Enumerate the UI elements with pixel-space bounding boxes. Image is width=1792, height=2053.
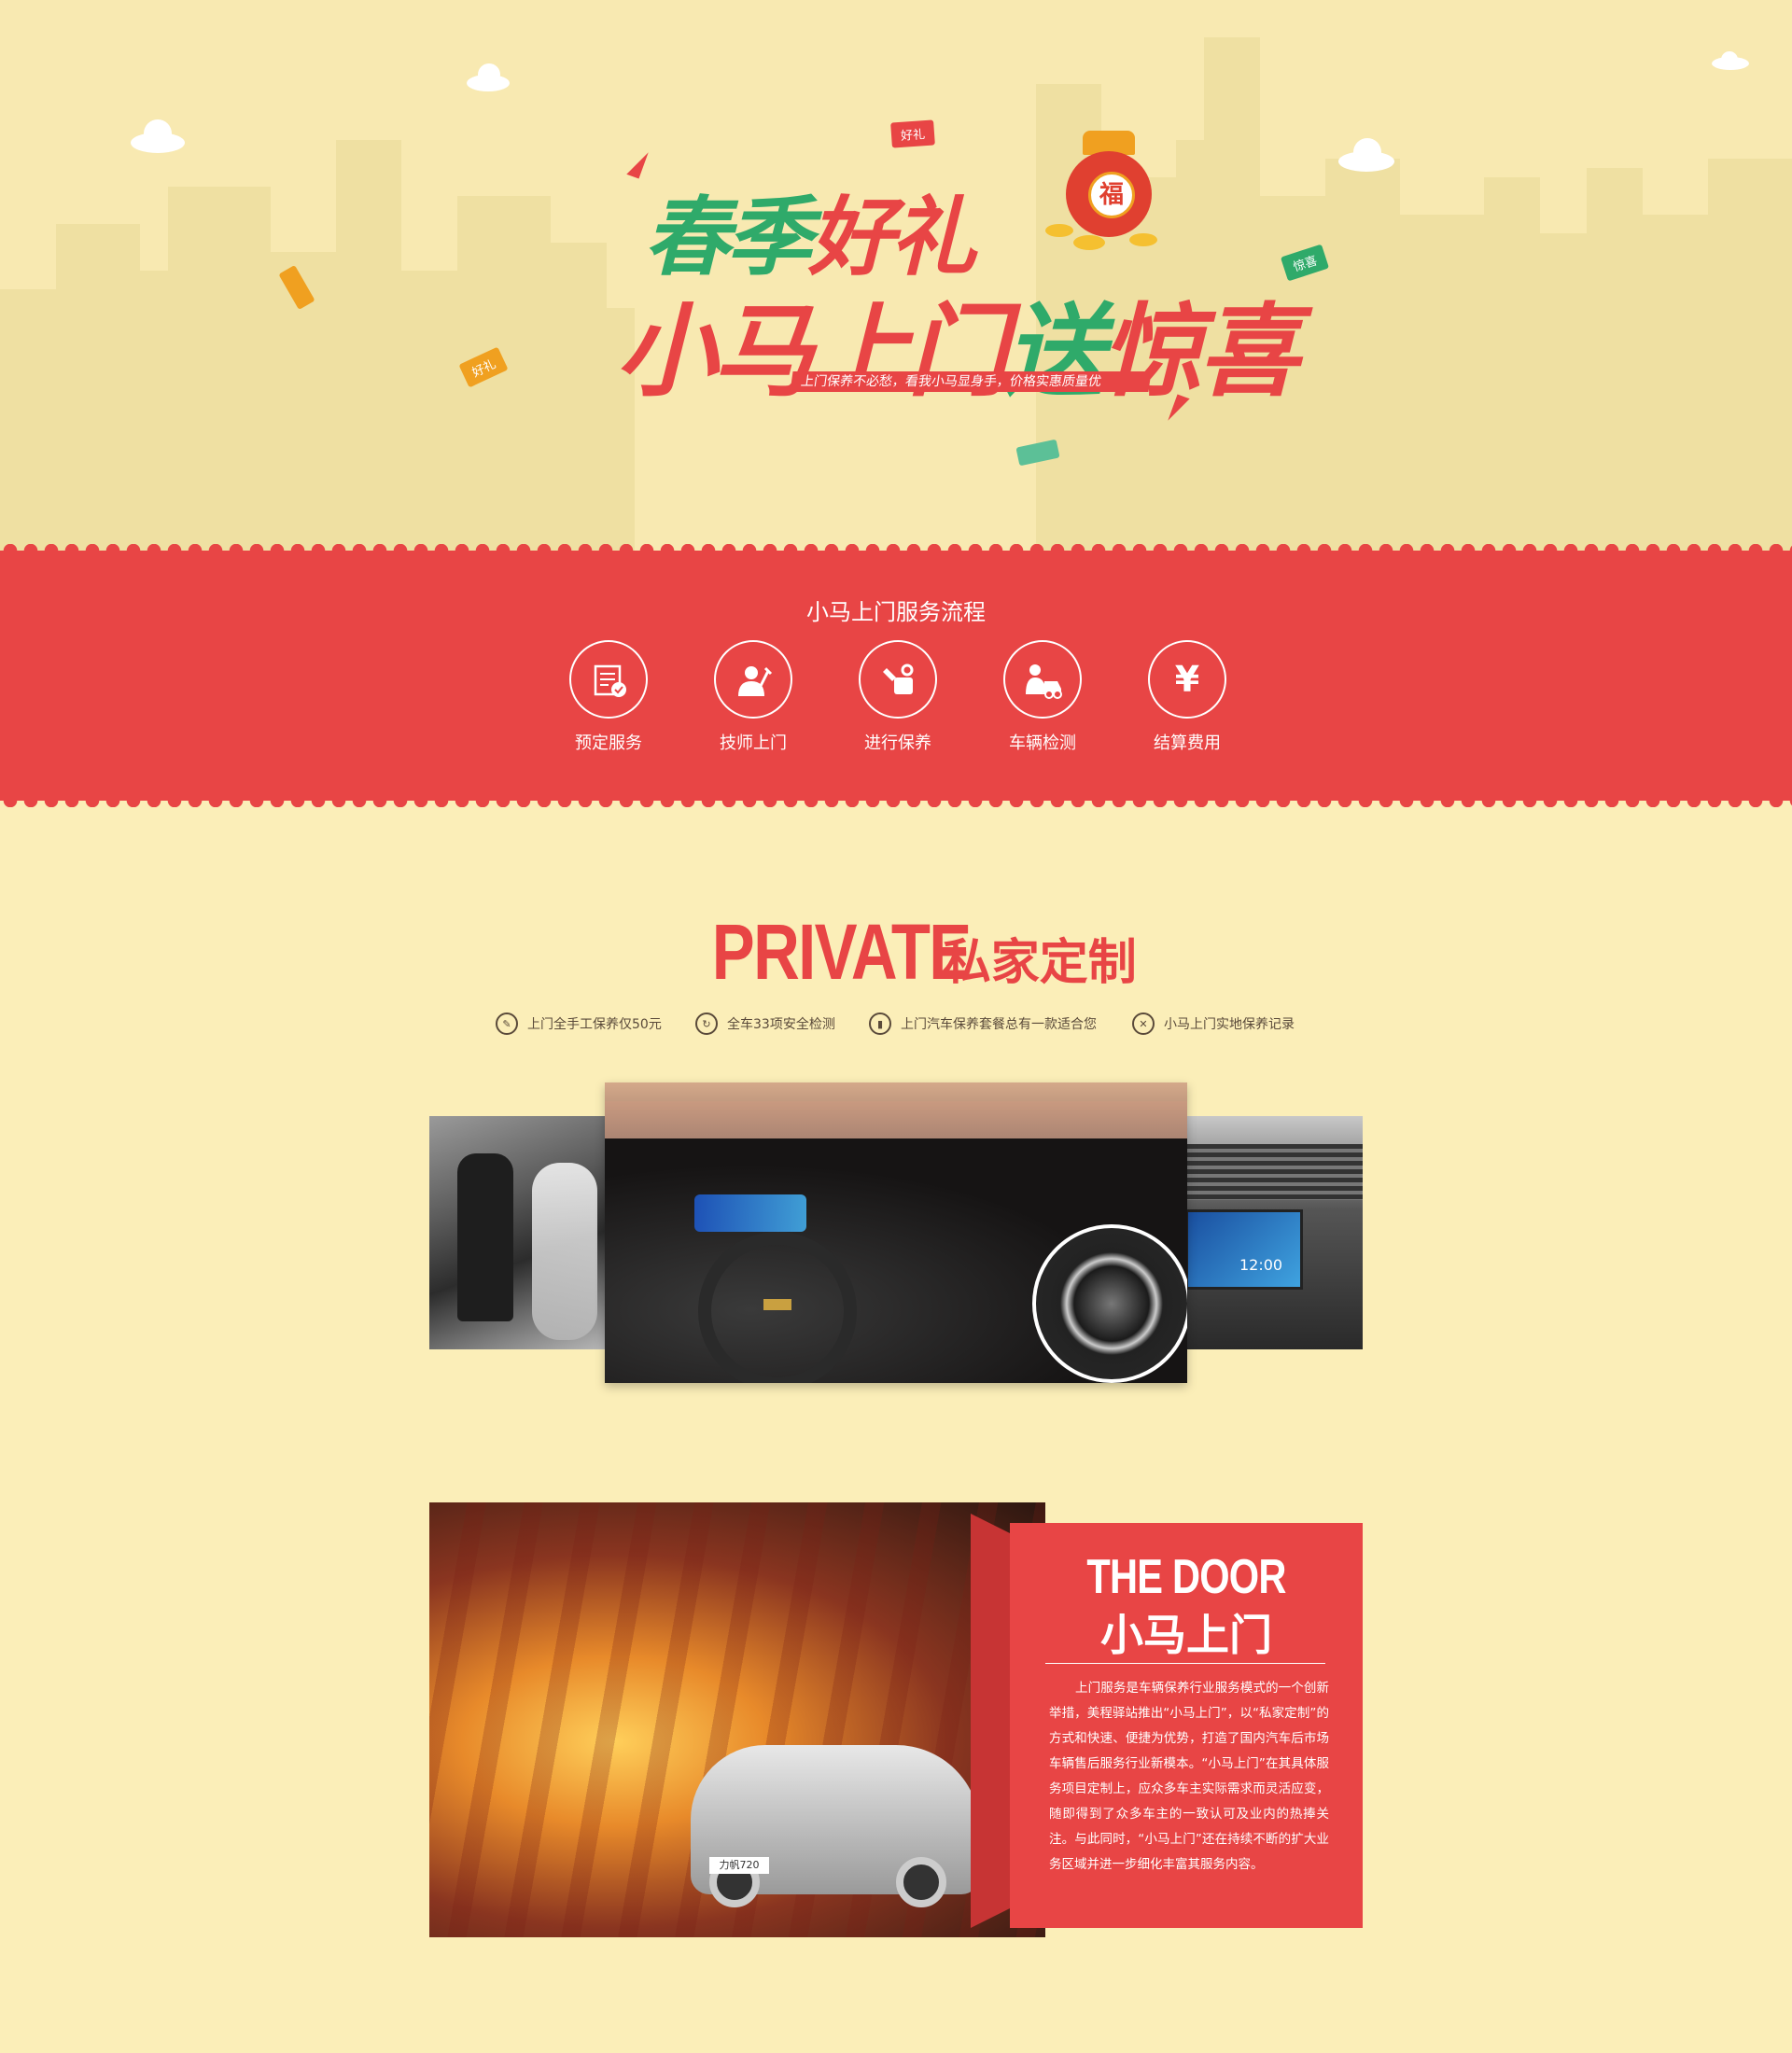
- flow-step-booking[interactable]: 预定服务: [557, 640, 660, 754]
- refresh-icon: ↻: [695, 1013, 718, 1035]
- feature-item: ✎ 上门全手工保养仅50元: [496, 1011, 662, 1037]
- feature-item: ✕ 小马上门实地保养记录: [1132, 1011, 1295, 1037]
- divider: [1045, 1663, 1325, 1664]
- service-flow-section: 小马上门服务流程 预定服务 技师上门 进行保养 车辆检测 ¥ 结算费用: [0, 544, 1792, 807]
- console-clock: 12:00: [1239, 1256, 1283, 1274]
- flow-step-technician[interactable]: 技师上门: [702, 640, 805, 754]
- private-heading-cn: 私家定制: [942, 935, 1137, 991]
- hero-banner: 好礼 好礼 惊喜 春季好礼 小马上门送惊喜 上门保养不必愁，看我小马显身手，价格…: [0, 0, 1792, 551]
- door-heading-cn: 小马上门: [1100, 1610, 1272, 1660]
- photo-street-car[interactable]: 力帆720: [429, 1502, 1045, 1937]
- private-heading-en: PRIVATE: [711, 908, 972, 996]
- oil-can-icon: ▮: [869, 1013, 891, 1035]
- feature-item: ▮ 上门汽车保养套餐总有一款适合您: [869, 1011, 1097, 1037]
- car-badge: 力帆720: [709, 1857, 769, 1874]
- yen-icon: ¥: [1148, 640, 1226, 719]
- tag-gift: 好礼: [890, 119, 935, 148]
- door-description: 上门服务是车辆保养行业服务模式的一个创新举措，美程驿站推出“小马上门”，以“私家…: [1049, 1681, 1329, 1872]
- booking-icon: [569, 640, 648, 719]
- photo-car-console[interactable]: 12:00: [1185, 1116, 1363, 1349]
- hero-subtitle: 上门保养不必愁，看我小马显身手，价格实惠质量优: [790, 371, 1152, 392]
- flow-step-payment[interactable]: ¥ 结算费用: [1136, 640, 1239, 754]
- private-heading: PRIVATE私家定制: [0, 907, 1792, 998]
- door-heading-en: THE DOOR: [1086, 1550, 1286, 1604]
- service-flow-title: 小马上门服务流程: [806, 599, 986, 625]
- flow-step-maintenance[interactable]: 进行保养: [847, 640, 949, 754]
- maintenance-icon: [859, 640, 937, 719]
- hero-title-line2: 小马上门送惊喜: [616, 294, 1299, 411]
- feature-item: ↻ 全车33项安全检测: [695, 1011, 835, 1037]
- inspection-icon: [1003, 640, 1082, 719]
- photo-car-seats[interactable]: [429, 1116, 607, 1349]
- lucky-bag-icon: 福: [1045, 131, 1167, 271]
- flow-step-inspection[interactable]: 车辆检测: [991, 640, 1094, 754]
- technician-icon: [714, 640, 792, 719]
- photo-car-dashboard[interactable]: [605, 1082, 1187, 1383]
- tools-icon: ✕: [1132, 1013, 1155, 1035]
- brush-icon: ✎: [496, 1013, 518, 1035]
